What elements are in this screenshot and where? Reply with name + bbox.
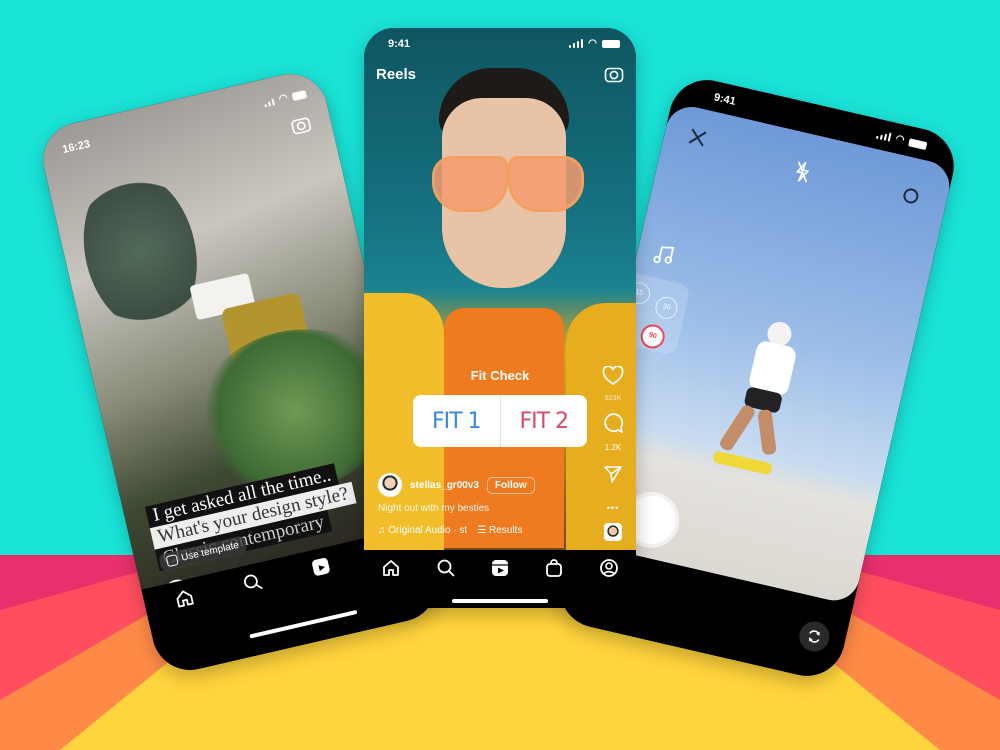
poll-question: Fit Check bbox=[470, 368, 530, 383]
search-icon[interactable] bbox=[436, 558, 456, 583]
nav-icons bbox=[364, 550, 636, 590]
camera-icon[interactable] bbox=[604, 65, 624, 88]
follow-button[interactable]: Follow bbox=[486, 476, 535, 494]
like-button[interactable] bbox=[602, 365, 624, 391]
duration-option-selected[interactable]: 90 bbox=[638, 322, 668, 351]
share-button[interactable] bbox=[603, 464, 623, 489]
reels-icon[interactable] bbox=[309, 554, 334, 583]
comment-button[interactable] bbox=[602, 412, 624, 439]
battery-icon bbox=[291, 89, 307, 101]
search-icon[interactable] bbox=[241, 570, 266, 599]
center-phone: 9:41 ◠ Reels Fit Check FIT 1 FIT 2 823K … bbox=[364, 28, 636, 608]
shop-icon[interactable] bbox=[544, 558, 564, 583]
wifi-icon: ◠ bbox=[588, 38, 597, 49]
poll-option-label: FIT 2 bbox=[519, 408, 569, 434]
home-indicator[interactable] bbox=[452, 599, 548, 603]
results-label: Results bbox=[488, 525, 523, 536]
status-time: 9:41 bbox=[388, 38, 411, 50]
status-time: 9:41 bbox=[712, 91, 737, 108]
profile-icon[interactable] bbox=[599, 558, 619, 583]
signal-icon bbox=[875, 130, 892, 142]
home-icon[interactable] bbox=[172, 586, 197, 615]
wifi-icon: ◠ bbox=[277, 92, 289, 106]
page-title: Reels bbox=[376, 66, 417, 83]
audio-link[interactable]: ♫ Original Audio · st bbox=[378, 525, 467, 536]
heart-icon bbox=[602, 365, 624, 386]
center-bottom-nav bbox=[364, 550, 636, 608]
duration-option[interactable]: 30 bbox=[653, 294, 680, 322]
status-icons: ◠ bbox=[568, 38, 620, 49]
battery-icon bbox=[602, 39, 620, 48]
audio-thumbnail[interactable] bbox=[604, 523, 622, 541]
signal-icon bbox=[263, 96, 276, 108]
username[interactable]: stellas_gr00v3 bbox=[410, 480, 479, 491]
poll-sticker: FIT 1 FIT 2 bbox=[413, 395, 587, 447]
caption[interactable]: Night out with my besties bbox=[378, 503, 489, 514]
center-status-bar: 9:41 ◠ bbox=[364, 28, 636, 56]
plant-image bbox=[68, 161, 212, 342]
home-icon[interactable] bbox=[381, 558, 401, 583]
more-icon[interactable]: ••• bbox=[607, 503, 619, 513]
audio-label: Original Audio · st bbox=[388, 525, 468, 536]
home-indicator[interactable] bbox=[249, 609, 358, 639]
center-reel-video[interactable] bbox=[364, 28, 636, 550]
skater-image bbox=[700, 312, 824, 488]
poll-option-1[interactable]: FIT 1 bbox=[413, 395, 501, 447]
poll-option-label: FIT 1 bbox=[431, 408, 482, 434]
status-icons: ◠ bbox=[875, 129, 928, 151]
like-count: 823K bbox=[604, 395, 622, 402]
battery-icon bbox=[908, 137, 928, 150]
comment-count: 1.2K bbox=[604, 443, 622, 452]
wifi-icon: ◠ bbox=[894, 133, 906, 146]
template-icon bbox=[165, 553, 179, 568]
center-author-row: stellas_gr00v3 Follow bbox=[378, 473, 535, 497]
share-icon bbox=[604, 466, 622, 483]
action-rail: 823K 1.2K ••• bbox=[600, 365, 626, 541]
flip-camera-icon[interactable] bbox=[796, 618, 833, 655]
reels-icon[interactable] bbox=[490, 558, 510, 583]
poll-option-2[interactable]: FIT 2 bbox=[501, 395, 588, 447]
avatar[interactable] bbox=[378, 473, 402, 497]
signal-icon bbox=[568, 39, 584, 48]
results-icon: ☰ bbox=[477, 525, 489, 536]
music-note-icon: ♫ bbox=[378, 525, 389, 536]
comment-icon bbox=[604, 413, 624, 433]
results-link[interactable]: ☰ Results bbox=[477, 525, 522, 536]
audio-row: ♫ Original Audio · st ☰ Results bbox=[378, 525, 522, 536]
